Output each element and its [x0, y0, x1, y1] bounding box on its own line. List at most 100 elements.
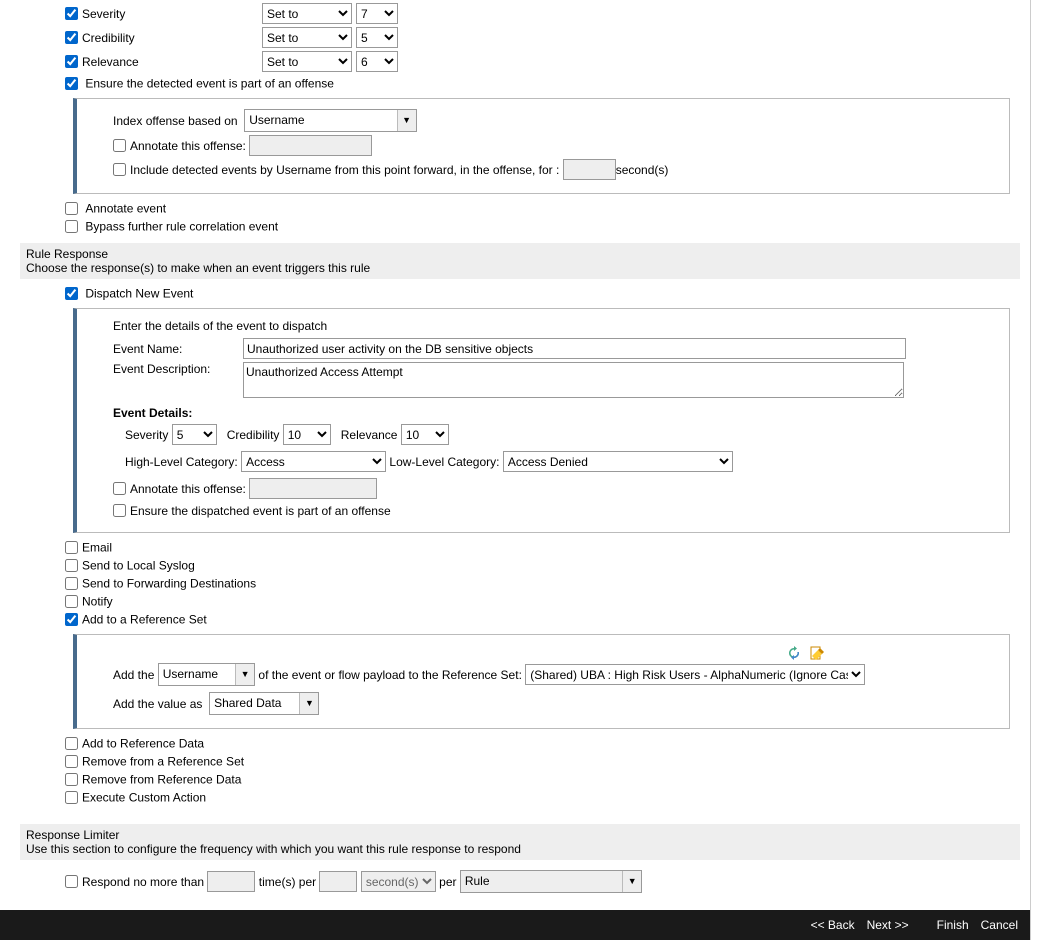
- dispatch-ensure-checkbox[interactable]: [113, 504, 126, 517]
- credibility-label: Credibility: [82, 31, 262, 45]
- respond-unit-select[interactable]: second(s): [361, 871, 436, 892]
- add-ref-label: Add to a Reference Set: [82, 613, 207, 627]
- add-ref-data-label: Add to Reference Data: [82, 737, 204, 751]
- add-ref-checkbox[interactable]: [65, 613, 78, 626]
- add-value-combo[interactable]: ▼: [209, 692, 319, 715]
- event-desc-textarea[interactable]: [243, 362, 904, 398]
- index-offense-combo[interactable]: ▼: [244, 109, 416, 132]
- rule-response-title: Rule Response: [26, 247, 1014, 261]
- add-property-input[interactable]: [159, 664, 232, 683]
- dispatch-ensure-label: Ensure the dispatched event is part of a…: [130, 504, 391, 518]
- severity-checkbox[interactable]: [65, 7, 78, 20]
- chevron-down-icon[interactable]: ▼: [299, 693, 318, 714]
- dispatch-checkbox[interactable]: [65, 287, 78, 300]
- chevron-down-icon[interactable]: ▼: [397, 110, 416, 131]
- limiter-title: Response Limiter: [26, 828, 1014, 842]
- syslog-checkbox[interactable]: [65, 559, 78, 572]
- exec-custom-checkbox[interactable]: [65, 791, 78, 804]
- ensure-offense-checkbox[interactable]: [65, 77, 78, 90]
- add-mid-label: of the event or flow payload to the Refe…: [258, 668, 522, 682]
- back-button[interactable]: << Back: [811, 918, 855, 932]
- syslog-label: Send to Local Syslog: [82, 559, 195, 573]
- include-events-checkbox[interactable]: [113, 163, 126, 176]
- add-property-combo[interactable]: ▼: [158, 663, 255, 686]
- remove-ref-set-label: Remove from a Reference Set: [82, 755, 244, 769]
- offense-settings-box: Index offense based on ▼ Annotate this o…: [73, 98, 1010, 194]
- event-name-label: Event Name:: [113, 342, 243, 356]
- index-offense-label: Index offense based on: [113, 114, 238, 128]
- severity-value-select[interactable]: 7: [356, 3, 398, 24]
- annotate-offense-input[interactable]: [249, 135, 372, 156]
- limiter-header: Response Limiter Use this section to con…: [20, 824, 1020, 860]
- notify-label: Notify: [82, 595, 113, 609]
- times-per-label: time(s) per: [259, 875, 316, 889]
- annotate-event-label: Annotate event: [85, 202, 166, 216]
- ensure-offense-label: Ensure the detected event is part of an …: [85, 77, 334, 91]
- event-name-input[interactable]: [243, 338, 906, 359]
- annotate-offense-label: Annotate this offense:: [130, 139, 246, 153]
- index-offense-input[interactable]: [245, 110, 393, 129]
- ev-cred-label: Credibility: [227, 428, 280, 442]
- chevron-down-icon[interactable]: ▼: [622, 871, 641, 892]
- event-details-header: Event Details:: [113, 406, 997, 420]
- per-combo[interactable]: ▼: [460, 870, 642, 893]
- dispatch-annotate-checkbox[interactable]: [113, 482, 126, 495]
- bypass-checkbox[interactable]: [65, 220, 78, 233]
- respond-limit-checkbox[interactable]: [65, 875, 78, 888]
- relevance-row: Relevance Set to 6: [65, 51, 1010, 72]
- relevance-mode-select[interactable]: Set to: [262, 51, 352, 72]
- remove-ref-data-checkbox[interactable]: [65, 773, 78, 786]
- event-desc-label: Event Description:: [113, 362, 243, 376]
- severity-row: Severity Set to 7: [65, 3, 1010, 24]
- edit-icon[interactable]: [809, 645, 825, 661]
- chevron-down-icon[interactable]: ▼: [235, 664, 254, 685]
- ref-set-box: Add the ▼ of the event or flow payload t…: [73, 634, 1010, 729]
- credibility-row: Credibility Set to 5: [65, 27, 1010, 48]
- credibility-mode-select[interactable]: Set to: [262, 27, 352, 48]
- email-checkbox[interactable]: [65, 541, 78, 554]
- include-events-seconds-input[interactable]: [563, 159, 616, 180]
- exec-custom-label: Execute Custom Action: [82, 791, 206, 805]
- remove-ref-set-checkbox[interactable]: [65, 755, 78, 768]
- dispatch-annotate-input[interactable]: [249, 478, 377, 499]
- ev-cred-select[interactable]: 10: [283, 424, 331, 445]
- dispatch-box: Enter the details of the event to dispat…: [73, 308, 1010, 533]
- email-label: Email: [82, 541, 112, 555]
- refresh-icon[interactable]: [786, 645, 802, 661]
- add-value-label: Add the value as: [113, 697, 202, 711]
- credibility-value-select[interactable]: 5: [356, 27, 398, 48]
- wizard-footer: << Back Next >> Finish Cancel: [0, 910, 1030, 940]
- relevance-checkbox[interactable]: [65, 55, 78, 68]
- per-label: per: [439, 875, 456, 889]
- ev-rel-label: Relevance: [341, 428, 398, 442]
- notify-checkbox[interactable]: [65, 595, 78, 608]
- annotate-event-checkbox[interactable]: [65, 202, 78, 215]
- dispatch-annotate-label: Annotate this offense:: [130, 482, 246, 496]
- ll-cat-select[interactable]: Access Denied: [503, 451, 733, 472]
- add-value-input[interactable]: [210, 693, 296, 712]
- forward-checkbox[interactable]: [65, 577, 78, 590]
- ref-set-select[interactable]: (Shared) UBA : High Risk Users - AlphaNu…: [525, 664, 865, 685]
- ev-rel-select[interactable]: 10: [401, 424, 449, 445]
- rule-response-header: Rule Response Choose the response(s) to …: [20, 243, 1020, 279]
- credibility-checkbox[interactable]: [65, 31, 78, 44]
- finish-button[interactable]: Finish: [937, 918, 969, 932]
- add-ref-data-checkbox[interactable]: [65, 737, 78, 750]
- remove-ref-data-label: Remove from Reference Data: [82, 773, 241, 787]
- relevance-value-select[interactable]: 6: [356, 51, 398, 72]
- per-input[interactable]: [461, 871, 619, 890]
- rule-response-desc: Choose the response(s) to make when an e…: [26, 261, 1014, 275]
- respond-count-input[interactable]: [207, 871, 255, 892]
- add-the-label: Add the: [113, 668, 154, 682]
- ev-sev-label: Severity: [125, 428, 168, 442]
- annotate-offense-checkbox[interactable]: [113, 139, 126, 152]
- cancel-button[interactable]: Cancel: [981, 918, 1018, 932]
- respond-interval-input[interactable]: [319, 871, 357, 892]
- hl-cat-label: High-Level Category:: [125, 455, 238, 469]
- severity-mode-select[interactable]: Set to: [262, 3, 352, 24]
- ev-sev-select[interactable]: 5: [172, 424, 217, 445]
- severity-label: Severity: [82, 7, 262, 21]
- respond-pre-label: Respond no more than: [82, 875, 204, 889]
- hl-cat-select[interactable]: Access: [241, 451, 386, 472]
- next-button[interactable]: Next >>: [867, 918, 909, 932]
